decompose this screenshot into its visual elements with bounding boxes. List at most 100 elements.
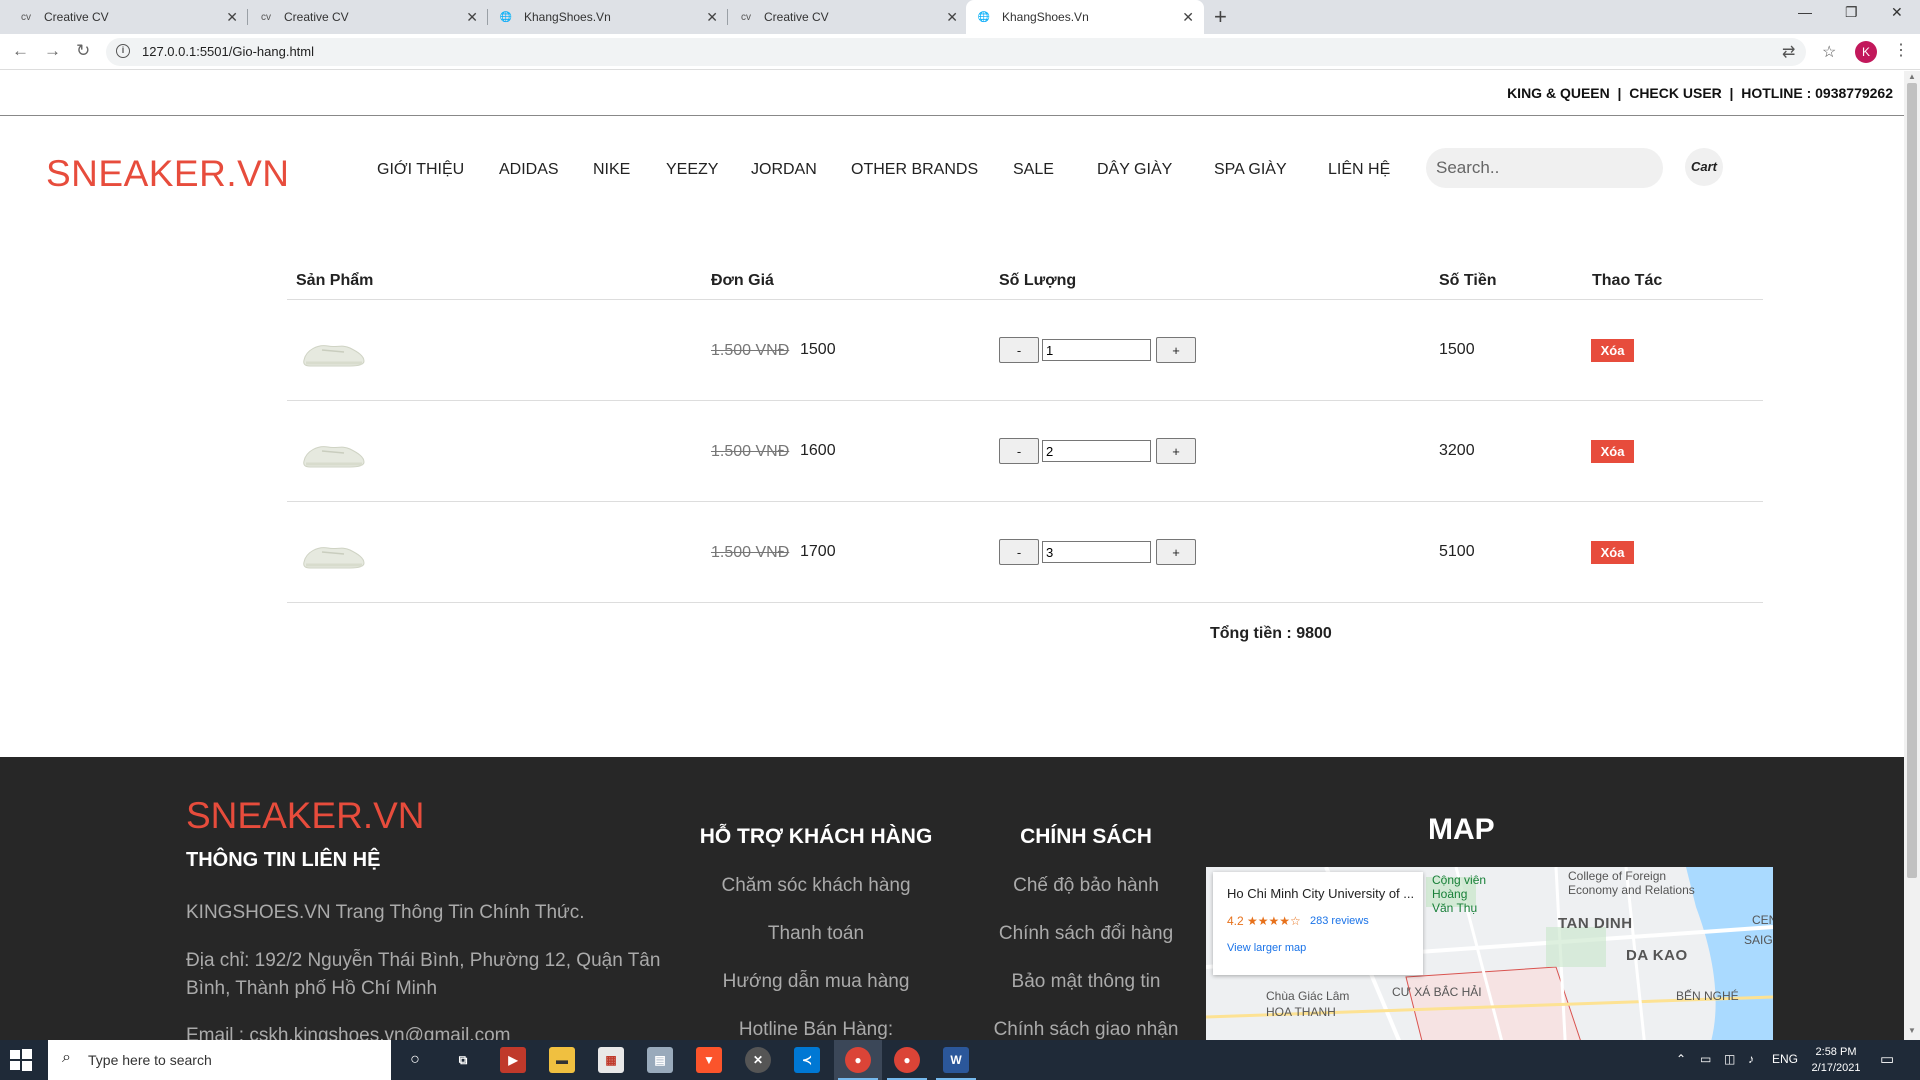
url-text[interactable]: 127.0.0.1:5501/Gio-hang.html	[142, 44, 314, 59]
decrease-qty-button[interactable]: -	[999, 337, 1039, 363]
app-icon[interactable]: ▦	[598, 1047, 624, 1073]
place-reviews-link[interactable]: 283 reviews	[1310, 915, 1369, 927]
increase-qty-button[interactable]: +	[1156, 337, 1196, 363]
star-icon[interactable]: ☆	[1822, 42, 1836, 62]
clock-date: 2/17/2021	[1811, 1062, 1861, 1074]
windows-start-icon[interactable]	[10, 1049, 32, 1071]
close-icon[interactable]: ✕	[946, 9, 958, 26]
page-scrollbar[interactable]: ▲ ▼	[1904, 71, 1920, 1040]
vscode-icon[interactable]: ≺	[794, 1047, 820, 1073]
increase-qty-button[interactable]: +	[1156, 539, 1196, 565]
header-quantity: Số Lượng	[999, 272, 1077, 289]
scroll-down-icon[interactable]: ▼	[1908, 1026, 1916, 1035]
menu-item-gioi-thieu[interactable]: GIỚI THIỆU	[377, 161, 464, 179]
network-icon[interactable]: ◫	[1724, 1052, 1735, 1066]
map-label: BẾN NGHÉ	[1676, 989, 1739, 1003]
support-link[interactable]: Chăm sóc khách hàng	[681, 875, 951, 897]
contact-email[interactable]: Email : cskh.kingshoes.vn@gmail.com	[186, 1022, 676, 1040]
task-view-icon[interactable]: ⧉	[450, 1047, 476, 1073]
xbox-icon[interactable]: ✕	[745, 1047, 771, 1073]
menu-item-yeezy[interactable]: YEEZY	[666, 161, 718, 179]
menu-item-spa-giay[interactable]: SPA GIÀY	[1214, 161, 1287, 179]
system-clock[interactable]: 2:58 PM 2/17/2021	[1800, 1044, 1872, 1076]
quantity-input[interactable]	[1042, 440, 1151, 462]
word-icon[interactable]: W	[943, 1047, 969, 1073]
cortana-icon[interactable]: ○	[402, 1047, 428, 1073]
back-icon[interactable]: ←	[12, 41, 29, 61]
app-icon[interactable]: ▶	[500, 1047, 526, 1073]
sneaker-image	[303, 446, 365, 468]
support-link[interactable]: Hướng dẫn mua hàng	[681, 971, 951, 993]
policy-link[interactable]: Bảo mật thông tin	[951, 971, 1221, 993]
scroll-up-icon[interactable]: ▲	[1908, 72, 1916, 81]
policy-link[interactable]: Chính sách giao nhận	[951, 1019, 1221, 1040]
footer-logo[interactable]: SNEAKER.VN	[186, 795, 425, 837]
delete-button[interactable]: Xóa	[1591, 541, 1634, 564]
browser-tab[interactable]: 🌐 KhangShoes.Vn ✕	[488, 0, 728, 34]
view-larger-map-link[interactable]: View larger map	[1227, 942, 1306, 954]
support-link[interactable]: Thanh toán	[681, 923, 951, 945]
site-logo[interactable]: SNEAKER.VN	[46, 153, 290, 195]
battery-icon[interactable]: ▭	[1700, 1052, 1711, 1066]
map-label: Cộng viên	[1432, 873, 1487, 887]
table-row: 1.500 VNĐ 1500 - + 1500 Xóa	[287, 300, 1763, 401]
url-field[interactable]: i 127.0.0.1:5501/Gio-hang.html ⇄ ☆	[106, 38, 1836, 66]
search-input[interactable]	[1426, 148, 1663, 188]
close-icon[interactable]: ✕	[466, 9, 478, 26]
support-link[interactable]: Hotline Bán Hàng:	[681, 1019, 951, 1040]
delete-button[interactable]: Xóa	[1591, 339, 1634, 362]
embedded-map[interactable]: Cộng viên Hoàng Văn Thụ College of Forei…	[1206, 867, 1773, 1040]
quantity-input[interactable]	[1042, 339, 1151, 361]
policy-link[interactable]: Chế độ bảo hành	[951, 875, 1221, 897]
scrollbar-thumb[interactable]	[1907, 83, 1917, 878]
old-price: 1.500 VNĐ	[711, 443, 790, 460]
browser-tab[interactable]: cv Creative CV ✕	[728, 0, 968, 34]
delete-button[interactable]: Xóa	[1591, 440, 1634, 463]
menu-item-other-brands[interactable]: OTHER BRANDS	[851, 161, 978, 179]
decrease-qty-button[interactable]: -	[999, 539, 1039, 565]
volume-icon[interactable]: ♪	[1748, 1052, 1754, 1066]
translate-icon[interactable]: ⇄	[1782, 42, 1795, 62]
tray-chevron-icon[interactable]: ⌃	[1676, 1052, 1686, 1066]
browser-tab[interactable]: cv Creative CV ✕	[248, 0, 488, 34]
policy-link[interactable]: Chính sách đổi hàng	[951, 923, 1221, 945]
minimize-icon[interactable]: —	[1798, 4, 1812, 20]
browser-tab[interactable]: cv Creative CV ✕	[8, 0, 248, 34]
cart-button[interactable]: Cart	[1685, 148, 1723, 186]
reload-icon[interactable]: ↻	[76, 41, 90, 61]
close-icon[interactable]: ✕	[1182, 9, 1194, 26]
taskbar-search[interactable]: ⌕ Type here to search	[48, 1040, 391, 1080]
forward-icon[interactable]: →	[44, 41, 61, 61]
close-icon[interactable]: ✕	[706, 9, 718, 26]
notifications-icon[interactable]: ▭	[1880, 1050, 1894, 1068]
close-window-icon[interactable]: ✕	[1891, 4, 1903, 21]
quantity-input[interactable]	[1042, 541, 1151, 563]
increase-qty-button[interactable]: +	[1156, 438, 1196, 464]
sneaker-image	[303, 547, 365, 569]
menu-item-adidas[interactable]: ADIDAS	[499, 161, 559, 179]
brave-icon[interactable]: ▼	[696, 1047, 722, 1073]
chrome-icon[interactable]: ●	[845, 1047, 871, 1073]
unit-price: 1500	[800, 341, 836, 358]
restore-icon[interactable]: ❐	[1845, 4, 1858, 21]
menu-item-lien-he[interactable]: LIÊN HỆ	[1328, 161, 1390, 179]
more-icon[interactable]: ⋮	[1893, 40, 1909, 60]
file-explorer-icon[interactable]: ▬	[549, 1047, 575, 1073]
map-label: HOA THANH	[1266, 1005, 1336, 1019]
top-info-links[interactable]: KING & QUEEN | CHECK USER | HOTLINE : 09…	[1507, 85, 1893, 101]
menu-item-jordan[interactable]: JORDAN	[751, 161, 817, 179]
menu-item-nike[interactable]: NIKE	[593, 161, 630, 179]
clock-time: 2:58 PM	[1815, 1046, 1857, 1058]
profile-avatar[interactable]: K	[1855, 41, 1877, 63]
info-icon[interactable]: i	[116, 44, 130, 58]
new-tab-icon[interactable]: +	[1214, 4, 1227, 30]
menu-item-day-giay[interactable]: DÂY GIÀY	[1097, 161, 1172, 179]
close-icon[interactable]: ✕	[226, 9, 238, 26]
language-indicator[interactable]: ENG	[1772, 1052, 1798, 1066]
cv-favicon-icon: cv	[261, 11, 271, 23]
decrease-qty-button[interactable]: -	[999, 438, 1039, 464]
browser-tab-active[interactable]: 🌐 KhangShoes.Vn ✕	[966, 0, 1204, 34]
app-icon[interactable]: ▤	[647, 1047, 673, 1073]
chrome-icon[interactable]: ●	[894, 1047, 920, 1073]
menu-item-sale[interactable]: SALE	[1013, 161, 1054, 179]
